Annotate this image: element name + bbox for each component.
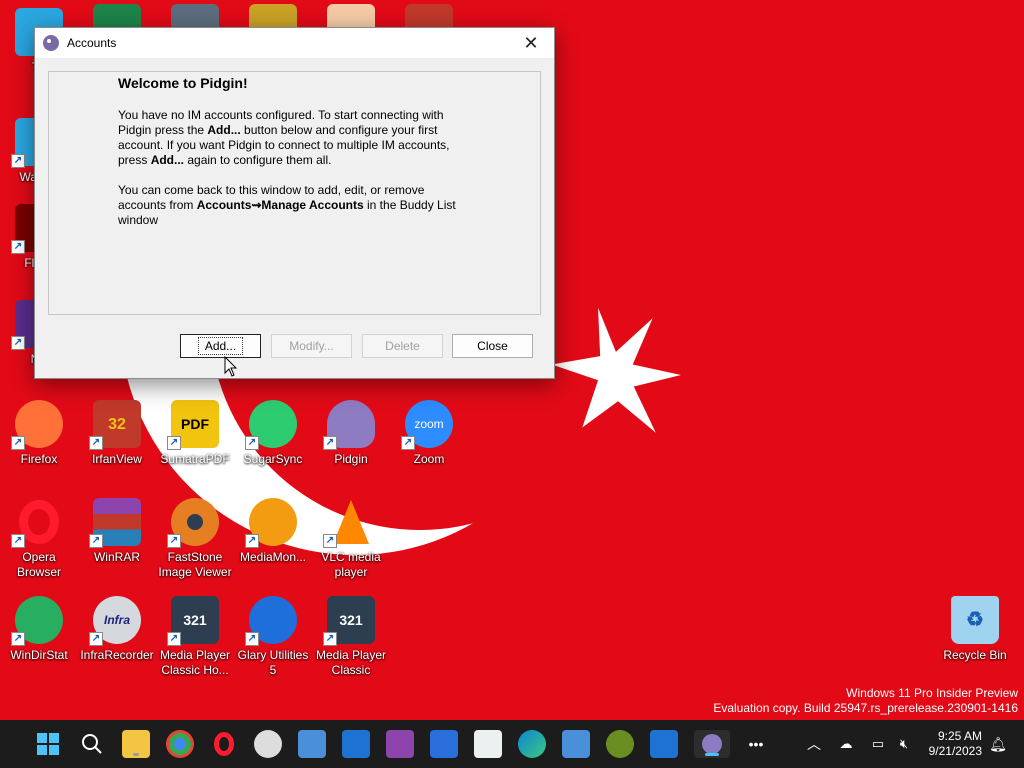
modify-button[interactable]: Modify... — [271, 334, 352, 358]
opera-icon: ↗ — [11, 498, 63, 548]
notification-bell-icon[interactable]: 🔔︎ — [984, 730, 1012, 758]
firefox-icon: ↗ — [11, 400, 63, 450]
winrar-icon: ↗ — [89, 498, 141, 548]
recycle-bin-icon: ♻ — [951, 596, 999, 644]
tree-icon[interactable] — [606, 730, 634, 758]
mail-icon[interactable] — [342, 730, 370, 758]
search-icon[interactable] — [78, 730, 106, 758]
desktop-icon-infrarecorder[interactable]: Infra ↗ InfraRecorder — [78, 596, 156, 663]
pdf-icon: PDF ↗ — [167, 400, 219, 450]
notepad-icon[interactable] — [298, 730, 326, 758]
clapperboard-icon: 321 ↗ — [323, 596, 375, 646]
desktop-icon-glary[interactable]: ↗ Glary Utilities 5 — [234, 596, 312, 678]
add-button[interactable]: Add... — [180, 334, 261, 358]
more-icon[interactable]: ••• — [742, 730, 770, 758]
window-title: Accounts — [67, 36, 117, 50]
desktop-icon-mpc-hc[interactable]: 321 ↗ Media Player Classic Ho... — [156, 596, 234, 678]
opera-icon[interactable] — [210, 730, 238, 758]
desktop-icon-mpc[interactable]: 321 ↗ Media Player Classic — [312, 596, 390, 678]
file-explorer-icon[interactable] — [122, 730, 150, 758]
disc-icon: Infra ↗ — [89, 596, 141, 646]
edge-icon[interactable] — [518, 730, 546, 758]
media-icon[interactable] — [430, 730, 458, 758]
window-titlebar[interactable]: Accounts ✕ — [35, 28, 554, 58]
desktop-icon-pidgin[interactable]: ↗ Pidgin — [312, 400, 390, 467]
irfanview-icon: 32 ↗ — [89, 400, 141, 450]
mouse-cursor-icon — [224, 356, 238, 377]
desktop-icon-mediamonkey[interactable]: ↗ MediaMon... — [234, 498, 312, 565]
clock[interactable]: 9:25 AM 9/21/2023 — [918, 729, 982, 759]
monkey-icon: ↗ — [245, 498, 297, 548]
zoom-icon: zoom ↗ — [401, 400, 453, 450]
welcome-paragraph-1: You have no IM accounts configured. To s… — [118, 108, 450, 167]
taskbar: ••• ︿ ☁ ▭ 🔇︎ 9:25 AM 9/21/2023 🔔︎ — [0, 720, 1024, 768]
desktop-icon-irfanview[interactable]: 32 ↗ IrfanView — [78, 400, 156, 467]
solitaire-icon[interactable] — [474, 730, 502, 758]
remote-icon[interactable] — [650, 730, 678, 758]
hummingbird-icon: ↗ — [245, 400, 297, 450]
desktop-icon-firefox[interactable]: ↗ Firefox — [0, 400, 78, 467]
calculator-icon[interactable] — [562, 730, 590, 758]
volume-muted-icon[interactable]: 🔇︎ — [890, 730, 918, 758]
chrome-icon[interactable] — [166, 730, 194, 758]
chevron-up-icon[interactable]: ︿ — [800, 730, 828, 758]
clapperboard-icon: 321 ↗ — [167, 596, 219, 646]
desktop-icon-opera[interactable]: ↗ Opera Browser — [0, 498, 78, 580]
delete-button[interactable]: Delete — [362, 334, 443, 358]
welcome-text: Welcome to Pidgin! You have no IM accoun… — [118, 76, 463, 243]
pidgin-icon — [43, 35, 59, 51]
accounts-window[interactable]: Accounts ✕ Welcome to Pidgin! You have n… — [34, 27, 555, 379]
desktop-icon-windirstat[interactable]: ↗ WinDirStat — [0, 596, 78, 663]
desktop-icon-sugarsync[interactable]: ↗ SugarSync — [234, 400, 312, 467]
desktop-icon-faststone[interactable]: ↗ FastStone Image Viewer — [156, 498, 234, 580]
glary-icon: ↗ — [245, 596, 297, 646]
pidgin-icon: ↗ — [323, 400, 375, 450]
tree-icon: ↗ — [11, 596, 63, 646]
desktop-icon-vlc[interactable]: ↗ VLC media player — [312, 498, 390, 580]
pidgin-icon[interactable] — [694, 730, 730, 758]
desktop-icon-recycle-bin[interactable]: ♻ Recycle Bin — [936, 596, 1014, 663]
start-icon[interactable] — [34, 730, 62, 758]
desktop-icon-zoom[interactable]: zoom ↗ Zoom — [390, 400, 468, 467]
film-icon[interactable] — [386, 730, 414, 758]
welcome-paragraph-2: You can come back to this window to add,… — [118, 183, 456, 227]
welcome-heading: Welcome to Pidgin! — [118, 75, 248, 91]
close-icon[interactable]: ✕ — [508, 28, 554, 58]
network-icon[interactable]: ▭ — [864, 730, 892, 758]
eye-icon: ↗ — [167, 498, 219, 548]
cloud-icon[interactable]: ☁ — [832, 730, 860, 758]
clock-icon[interactable] — [254, 730, 282, 758]
windows-watermark: Windows 11 Pro Insider Preview Evaluatio… — [713, 686, 1018, 715]
vlc-cone-icon: ↗ — [323, 498, 375, 548]
desktop-icon-winrar[interactable]: ↗ WinRAR — [78, 498, 156, 565]
close-button[interactable]: Close — [452, 334, 533, 358]
desktop-icon-sumatrapdf[interactable]: PDF ↗ SumatraPDF — [156, 400, 234, 467]
